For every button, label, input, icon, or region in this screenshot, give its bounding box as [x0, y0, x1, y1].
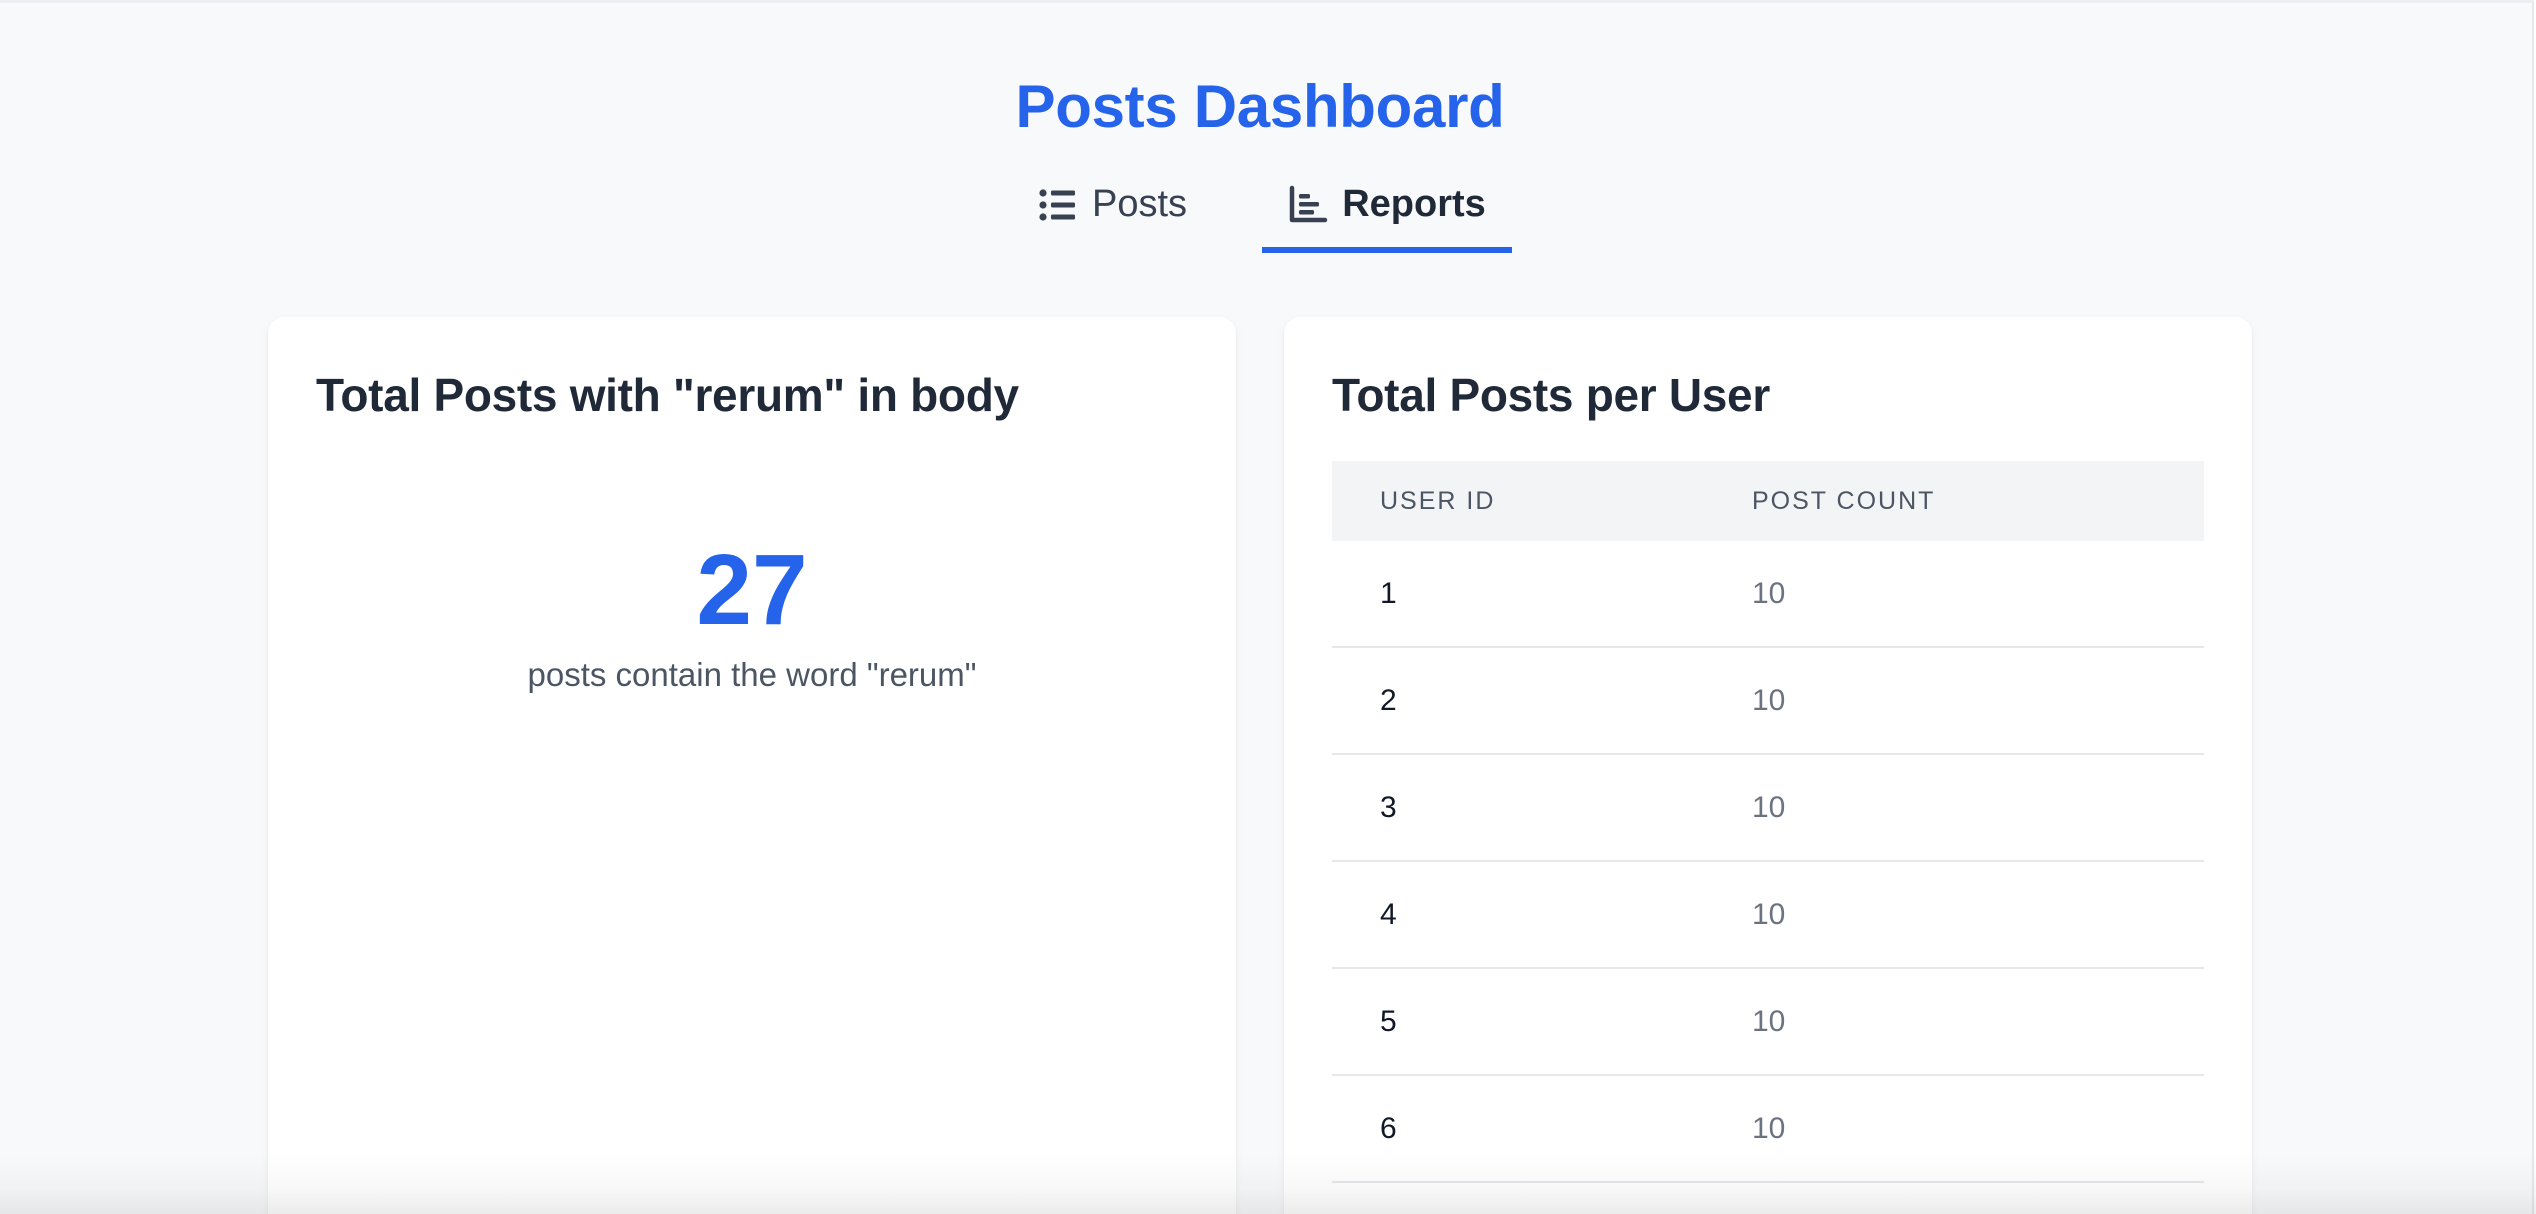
- table-header-row: USER ID POST COUNT: [1332, 461, 2204, 541]
- keyword-count-card: Total Posts with "rerum" in body 27 post…: [268, 317, 1236, 1214]
- user-id-cell: 4: [1332, 861, 1704, 969]
- post-count-cell: 10: [1704, 541, 2204, 648]
- posts-per-user-table: USER ID POST COUNT 1 10 2 10 3 10 4 10 5…: [1332, 461, 2204, 1183]
- posts-per-user-card-title: Total Posts per User: [1332, 369, 1770, 421]
- bar-chart-icon: [1288, 185, 1328, 225]
- table-row: 4 10: [1332, 861, 2204, 969]
- table-row: 5 10: [1332, 968, 2204, 1076]
- table-row: 1 10: [1332, 541, 2204, 648]
- column-header-user-id: USER ID: [1332, 461, 1704, 541]
- column-header-post-count: POST COUNT: [1704, 461, 2204, 541]
- table-row: 6 10: [1332, 1075, 2204, 1183]
- page-title: Posts Dashboard: [1015, 73, 1505, 140]
- table-row: 2 10: [1332, 647, 2204, 755]
- keyword-count-value: 27: [696, 534, 808, 646]
- post-count-cell: 10: [1704, 861, 2204, 969]
- post-count-cell: 10: [1704, 647, 2204, 755]
- post-count-cell: 10: [1704, 754, 2204, 862]
- post-count-cell: 10: [1704, 968, 2204, 1076]
- user-id-cell: 1: [1332, 541, 1704, 648]
- table-row: 3 10: [1332, 754, 2204, 862]
- user-id-cell: 3: [1332, 754, 1704, 862]
- list-icon: [1038, 185, 1078, 225]
- posts-per-user-card: Total Posts per User USER ID POST COUNT …: [1284, 317, 2252, 1214]
- tab-bar: Posts Reports: [0, 171, 2520, 253]
- page: Posts Dashboard Posts Reports Total Post…: [0, 0, 2534, 1214]
- tab-reports-label: Reports: [1342, 183, 1486, 225]
- user-id-cell: 6: [1332, 1075, 1704, 1183]
- tab-reports[interactable]: Reports: [1262, 171, 1512, 253]
- keyword-count-caption: posts contain the word "rerum": [527, 656, 977, 693]
- viewport: Posts Dashboard Posts Reports Total Post…: [0, 0, 2536, 1214]
- user-id-cell: 5: [1332, 968, 1704, 1076]
- tab-posts[interactable]: Posts: [1038, 171, 1188, 253]
- keyword-count-card-title: Total Posts with "rerum" in body: [316, 369, 1019, 421]
- user-id-cell: 2: [1332, 647, 1704, 755]
- post-count-cell: 10: [1704, 1075, 2204, 1183]
- tab-posts-label: Posts: [1092, 183, 1188, 225]
